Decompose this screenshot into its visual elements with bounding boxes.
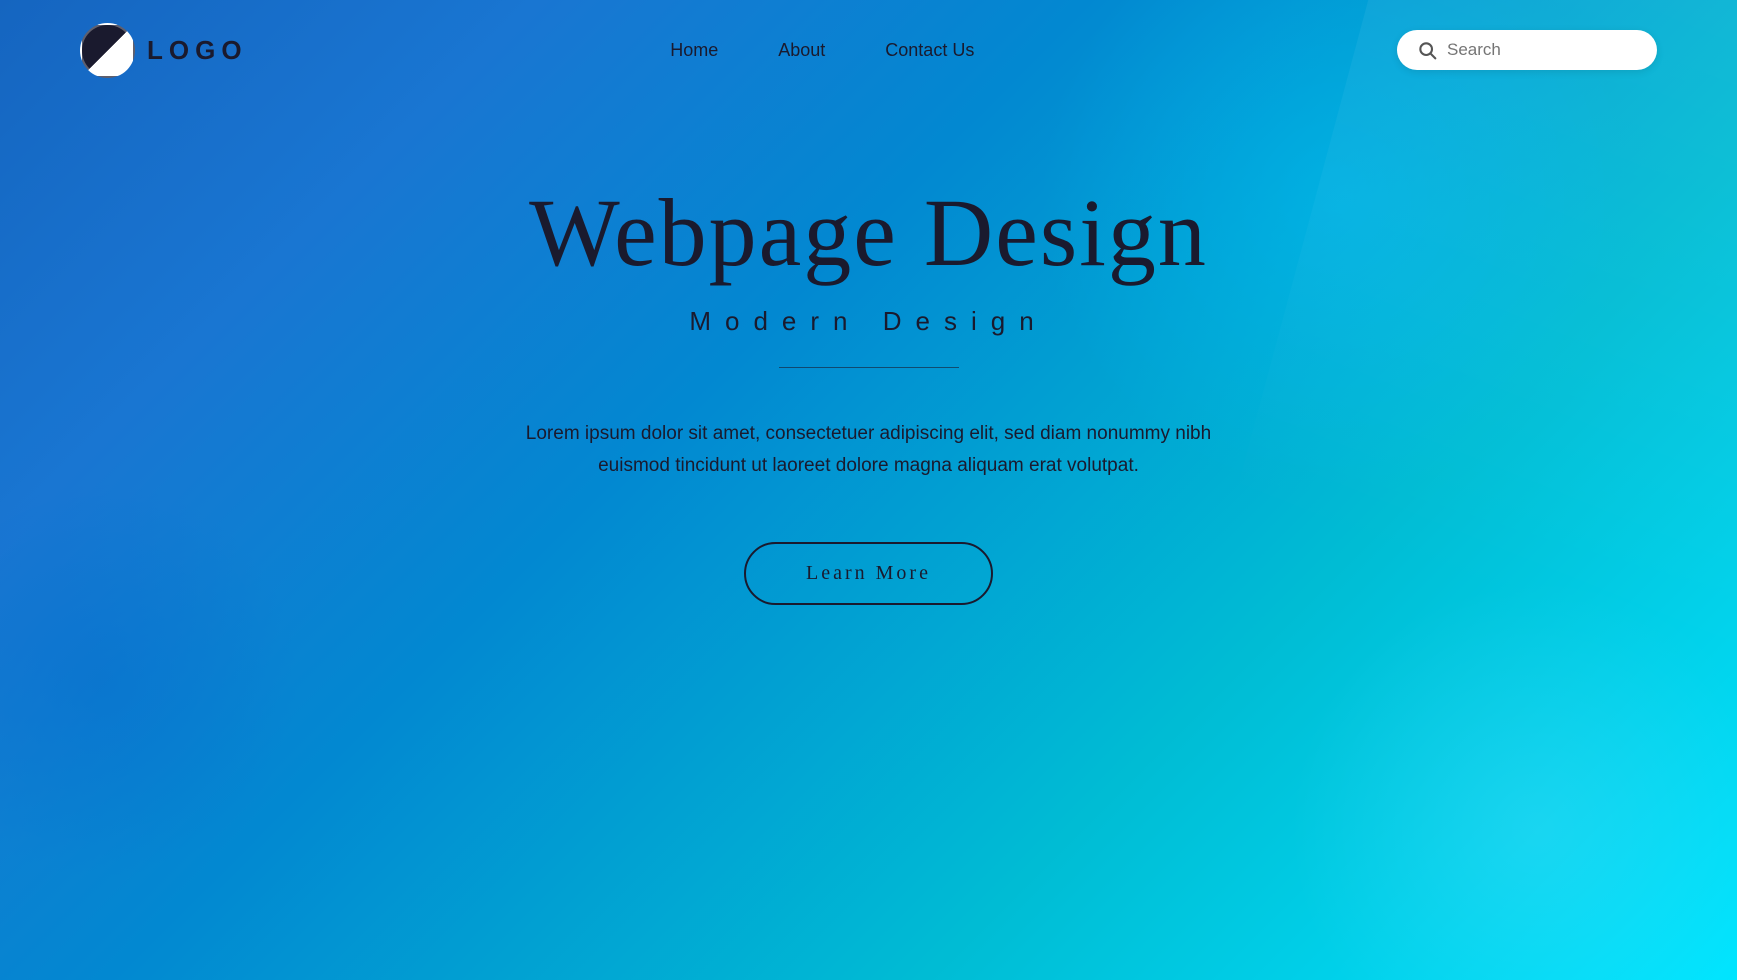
bg-blob-2 [1287,580,1737,980]
nav-link-home[interactable]: Home [670,40,718,61]
hero-description: Lorem ipsum dolor sit amet, consectetuer… [489,418,1249,483]
logo-area: LOGO [80,23,248,78]
hero-divider [779,367,959,368]
learn-more-button[interactable]: Learn More [744,542,993,605]
hero-title: Webpage Design [529,180,1208,286]
navbar: LOGO Home About Contact Us [0,0,1737,100]
hero-section: Webpage Design Modern Design Lorem ipsum… [0,100,1737,605]
nav-links: Home About Contact Us [670,40,974,61]
logo-icon [80,23,135,78]
page-wrapper: LOGO Home About Contact Us Webpage Desig… [0,0,1737,980]
nav-link-contact[interactable]: Contact Us [885,40,974,61]
hero-subtitle: Modern Design [689,306,1047,337]
search-bar [1397,30,1657,70]
search-icon [1417,40,1437,60]
logo-text: LOGO [147,35,248,66]
nav-link-about[interactable]: About [778,40,825,61]
search-input[interactable] [1447,40,1637,60]
